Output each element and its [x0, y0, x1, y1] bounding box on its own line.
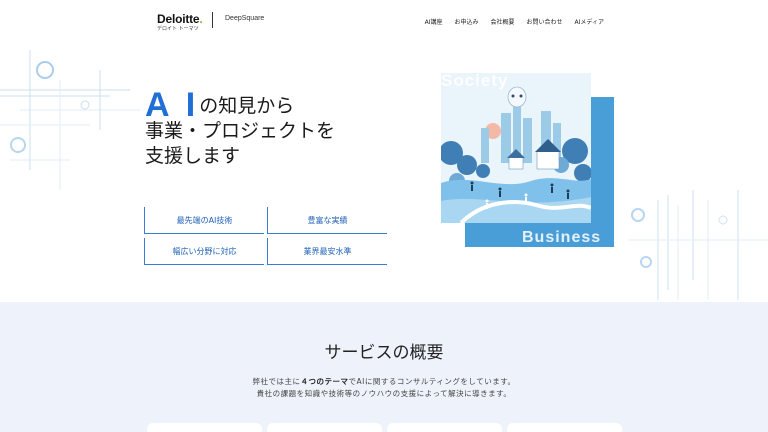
- illustration-label-business: Business: [522, 229, 602, 246]
- hero-line1: の知見から: [199, 95, 295, 117]
- services-title: サービスの概要: [324, 343, 444, 363]
- feature-latest-ai: 最先端のAI技術: [144, 207, 264, 234]
- circuit-decoration-left: [0, 50, 140, 190]
- nav-ai-course[interactable]: AI講座: [425, 17, 443, 26]
- circuit-decoration-right: [628, 190, 768, 300]
- hero-line3: 支援します: [145, 145, 241, 167]
- hero-section: A Iの知見から 事業・プロジェクトを 支援します 最先端のAI技術 豊富な実績…: [0, 40, 768, 302]
- services-section: サービスの概要 弊社では主に４つのテーマでAIに関するコンサルティングをしていま…: [0, 302, 768, 432]
- feature-track-record: 豊富な実績: [267, 207, 387, 234]
- site-header: Deloitte. デロイト トーマツ DeepSquare AI講座 お申込み…: [0, 0, 768, 40]
- logo-dot: .: [199, 12, 203, 26]
- nav-apply[interactable]: お申込み: [454, 17, 478, 26]
- service-card[interactable]: [147, 423, 262, 432]
- logo-text: Deloitte: [157, 12, 200, 26]
- society-illustration: [441, 73, 591, 223]
- logo-divider: [212, 12, 213, 28]
- illustration-label-society: Society: [441, 71, 509, 90]
- services-desc-1c: でAIに関するコンサルティングをしています。: [348, 377, 516, 386]
- hero-headline: A Iの知見から 事業・プロジェクトを 支援します: [145, 88, 336, 169]
- service-card[interactable]: [267, 423, 382, 432]
- feature-wide-range: 幅広い分野に対応: [144, 238, 264, 265]
- brand-name[interactable]: DeepSquare: [225, 15, 264, 22]
- service-cards: [147, 423, 622, 432]
- hero-line2: 事業・プロジェクトを: [145, 120, 336, 142]
- service-card[interactable]: [387, 423, 502, 432]
- service-card[interactable]: [507, 423, 622, 432]
- services-desc-1a: 弊社では主に: [252, 377, 301, 386]
- nav-ai-media[interactable]: AIメディア: [575, 17, 604, 26]
- nav-company[interactable]: 会社概要: [491, 17, 515, 26]
- deloitte-logo[interactable]: Deloitte. デロイト トーマツ: [157, 12, 203, 32]
- main-nav: AI講座 お申込み 会社概要 お問い合わせ AIメディア: [425, 17, 604, 26]
- services-desc-2: 貴社の課題を知識や技術等のノウハウの支援によって解決に導きます。: [256, 389, 512, 398]
- services-desc-1b: ４つのテーマ: [300, 377, 349, 386]
- feature-grid: 最先端のAI技術 豊富な実績 幅広い分野に対応 業界最安水準: [144, 207, 387, 265]
- feature-lowest-price: 業界最安水準: [267, 238, 387, 265]
- logo-subtext: デロイト トーマツ: [157, 26, 199, 32]
- robot-head: [507, 86, 527, 108]
- services-description: 弊社では主に４つのテーマでAIに関するコンサルティングをしています。 貴社の課題…: [0, 376, 768, 400]
- nav-contact[interactable]: お問い合わせ: [527, 17, 563, 26]
